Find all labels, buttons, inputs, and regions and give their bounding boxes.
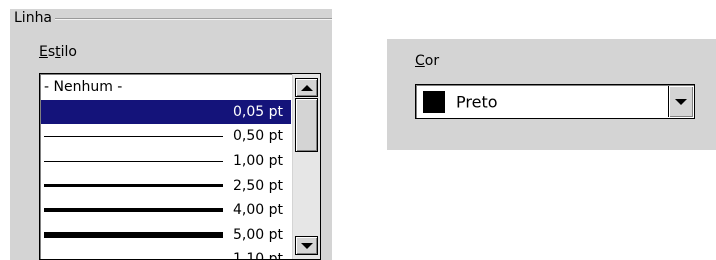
scroll-up-button[interactable] (295, 78, 318, 97)
line-sample (44, 208, 223, 213)
style-label: Estilo (39, 44, 77, 60)
color-label: Cor (415, 53, 439, 69)
color-dropdown[interactable]: Preto (415, 84, 695, 119)
line-sample (44, 160, 223, 162)
line-style-label: 0,05 pt (233, 103, 283, 120)
line-style-item[interactable]: 2,50 pt (41, 173, 291, 198)
triangle-down-icon (300, 242, 313, 249)
color-swatch (423, 91, 445, 113)
dropdown-button[interactable] (668, 86, 693, 117)
line-style-item[interactable]: - Nenhum - (41, 75, 291, 100)
line-style-label: 1,00 pt (233, 153, 283, 170)
style-label-tail: ilo (60, 44, 78, 60)
style-label-mnemonic: E (39, 44, 48, 60)
line-style-item[interactable]: 5,00 pt (41, 223, 291, 248)
line-style-label: 0,50 pt (233, 128, 283, 145)
selected-color: Preto (456, 92, 498, 111)
line-sample (44, 231, 223, 238)
line-style-item[interactable]: 0,50 pt (41, 124, 291, 149)
line-style-list[interactable]: - Nenhum - 0,05 pt 0,50 pt 1,00 pt 2,50 pt 4,… (39, 73, 321, 260)
scroll-thumb[interactable] (295, 98, 318, 152)
line-style-item[interactable]: 4,00 pt (41, 198, 291, 223)
triangle-up-icon (300, 84, 313, 91)
scroll-down-button[interactable] (295, 236, 318, 255)
line-group: Linha Estilo - Nenhum - 0,05 pt 0,50 pt 1,0… (10, 9, 332, 260)
group-divider (55, 18, 332, 20)
color-label-rest: or (424, 53, 440, 69)
line-sample (44, 135, 223, 137)
line-style-label: 4,00 pt (233, 202, 283, 219)
color-group: Cor Preto (387, 39, 716, 150)
line-group-title: Linha (14, 10, 53, 26)
line-style-items: - Nenhum - 0,05 pt 0,50 pt 1,00 pt 2,50 pt 4,… (41, 75, 291, 259)
line-style-item[interactable]: 1,10 pt (41, 247, 291, 259)
color-label-mnemonic: C (415, 53, 425, 69)
list-scrollbar[interactable] (292, 74, 320, 259)
line-style-item[interactable]: 1,00 pt (41, 149, 291, 174)
chevron-down-icon (675, 98, 687, 105)
line-style-label: 5,00 pt (233, 226, 283, 243)
line-style-label: - Nenhum - (44, 79, 123, 96)
line-sample (44, 184, 223, 188)
line-style-label: 2,50 pt (233, 177, 283, 194)
line-style-item[interactable]: 0,05 pt (41, 99, 291, 125)
line-sample (44, 111, 223, 112)
